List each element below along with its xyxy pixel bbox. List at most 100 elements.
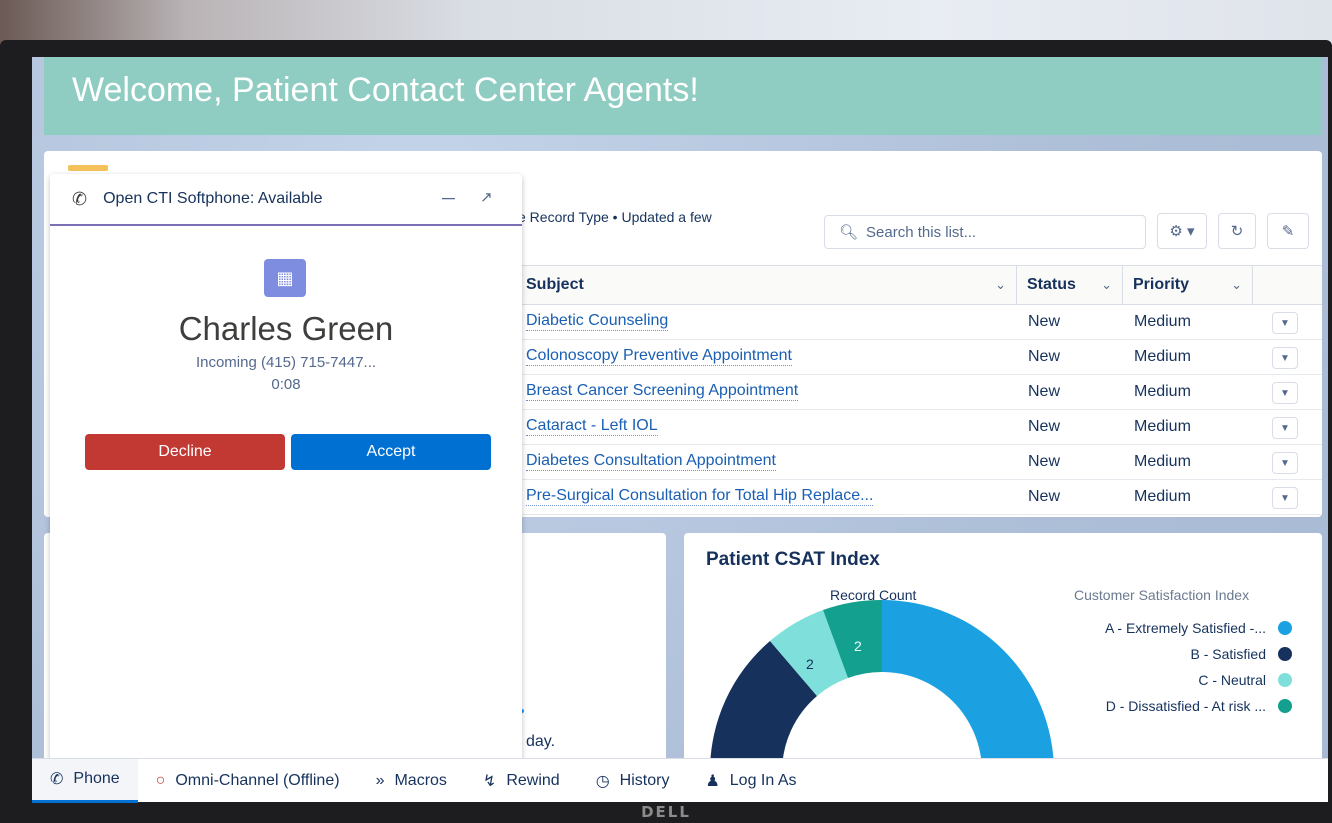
row-actions-button[interactable]: ▼ [1272,487,1298,509]
column-label: Status [1027,276,1076,293]
utility-label: History [619,771,670,789]
page-title: Welcome, Patient Contact Center Agents! [72,71,699,109]
list-settings-button[interactable]: ⚙ ▾ [1157,213,1207,249]
utility-label: Log In As [729,771,797,789]
slice-label: 2 [854,638,862,654]
utility-label: Omni-Channel (Offline) [175,771,340,789]
row-actions-button[interactable]: ▼ [1272,382,1298,404]
utility-item-history[interactable]: ◷ History [578,759,688,803]
card-text: day. [526,733,556,750]
slice-label: 2 [806,656,814,672]
table-row: Diabetic Counseling New Medium ▼ [514,305,1322,340]
column-header-status[interactable]: Status ⌄ [1016,266,1122,304]
utility-item-log-in-as[interactable]: ♟ Log In As [687,759,814,803]
accept-button[interactable]: Accept [291,434,491,470]
decline-button[interactable]: Decline [85,434,285,470]
macros-icon: » [375,771,385,789]
case-subject-link[interactable]: Colonoscopy Preventive Appointment [526,347,792,366]
case-status: New [1028,418,1061,435]
table-row: Cataract - Left IOL New Medium ▼ [514,410,1322,445]
chevron-down-icon[interactable]: ⌄ [995,277,1006,293]
legend-label: D - Dissatisfied - At risk ... [1105,698,1266,714]
legend-title: Customer Satisfaction Index [1074,587,1250,603]
table-row: Pre-Surgical Consultation for Total Hip … [514,480,1322,515]
refresh-button[interactable]: ↻ [1218,213,1256,249]
user-icon: ♟ [705,772,720,790]
legend-swatch [1278,647,1292,661]
case-status: New [1028,313,1061,330]
search-placeholder: Search this list... [866,223,977,241]
call-timer: 0:08 [271,376,301,393]
table-header: Subject ⌄ Status ⌄ Priority ⌄ [514,265,1322,305]
case-subject-link[interactable]: Breast Cancer Screening Appointment [526,382,799,401]
csat-chart-card: Patient CSAT Index Record Count 2 2 Cust… [684,533,1322,763]
monitor-brand-logo: DELL [641,803,691,821]
legend-label: C - Neutral [1198,672,1266,688]
case-priority: Medium [1134,418,1191,435]
clock-icon: ◷ [595,772,610,790]
donut-slice-a [882,600,1054,763]
utility-bar: ✆ Phone ○ Omni-Channel (Offline) » Macro… [32,758,1328,803]
legend-item[interactable]: A - Extremely Satisfied -... [1105,615,1292,641]
case-subject-link[interactable]: Pre-Surgical Consultation for Total Hip … [526,487,874,506]
search-input[interactable]: 🔍︎ Search this list... [824,215,1146,249]
utility-label: Macros [394,771,447,789]
pencil-icon: ✎ [1281,223,1295,240]
search-icon: 🔍︎ [839,224,859,241]
utility-item-rewind[interactable]: ↯ Rewind [465,759,578,803]
row-actions-button[interactable]: ▼ [1272,417,1298,439]
phone-icon: ✆ [72,188,88,209]
bolt-icon: ↯ [482,772,497,790]
row-actions-button[interactable]: ▼ [1272,452,1298,474]
legend-item[interactable]: D - Dissatisfied - At risk ... [1105,693,1292,719]
legend-swatch [1278,699,1292,713]
circle-icon: ○ [155,771,166,789]
softphone-title: Open CTI Softphone: Available [103,190,323,207]
case-priority: Medium [1134,348,1191,365]
table-row: Colonoscopy Preventive Appointment New M… [514,340,1322,375]
utility-label: Rewind [506,771,560,789]
case-subject-link[interactable]: Cataract - Left IOL [526,417,658,436]
table-row: Diabetes Consultation Appointment New Me… [514,445,1322,480]
column-label: Priority [1133,276,1190,293]
legend-label: A - Extremely Satisfied -... [1104,620,1266,636]
legend-item[interactable]: B - Satisfied [1105,641,1292,667]
edit-button[interactable]: ✎ [1267,213,1309,249]
column-header-priority[interactable]: Priority ⌄ [1122,266,1252,304]
case-status: New [1028,488,1061,505]
table-row: Breast Cancer Screening Appointment New … [514,375,1322,410]
utility-item-macros[interactable]: » Macros [358,759,465,803]
case-subject-link[interactable]: Diabetes Consultation Appointment [526,452,776,471]
softphone-panel: ✆ Open CTI Softphone: Available ─ ↗ ▦ Ch… [50,174,522,764]
case-priority: Medium [1134,383,1191,400]
welcome-banner: Welcome, Patient Contact Center Agents! [44,57,1322,135]
chevron-down-icon[interactable]: ⌄ [1231,277,1242,293]
list-subtitle: e Record Type • Updated a few [518,209,712,225]
column-header-subject[interactable]: Subject ⌄ [526,266,1016,304]
caller-name: Charles Green [178,310,394,347]
row-actions-button[interactable]: ▼ [1272,347,1298,369]
utility-item-phone[interactable]: ✆ Phone [32,758,138,803]
column-header-actions [1252,266,1322,304]
case-subject-link[interactable]: Diabetic Counseling [526,312,669,331]
chevron-down-icon[interactable]: ⌄ [1101,277,1112,293]
legend-item[interactable]: C - Neutral [1105,667,1292,693]
case-status: New [1028,383,1061,400]
phone-icon: ✆ [50,771,64,788]
refresh-icon: ↻ [1230,223,1244,240]
legend-label: B - Satisfied [1190,646,1266,662]
minimize-icon[interactable]: ─ [442,188,455,209]
legend-swatch [1278,621,1292,635]
legend-swatch [1278,673,1292,687]
utility-label: Phone [73,770,120,787]
table-body: Diabetic Counseling New Medium ▼ Colonos… [514,305,1322,515]
utility-item-omni-channel[interactable]: ○ Omni-Channel (Offline) [138,759,358,803]
chart-legend: A - Extremely Satisfied -... B - Satisfi… [1105,615,1292,719]
popout-icon[interactable]: ↗ [480,188,493,206]
list-icon [68,165,108,171]
case-status: New [1028,348,1061,365]
row-actions-button[interactable]: ▼ [1272,312,1298,334]
case-priority: Medium [1134,453,1191,470]
case-priority: Medium [1134,313,1191,330]
contact-icon: ▦ [264,259,306,297]
